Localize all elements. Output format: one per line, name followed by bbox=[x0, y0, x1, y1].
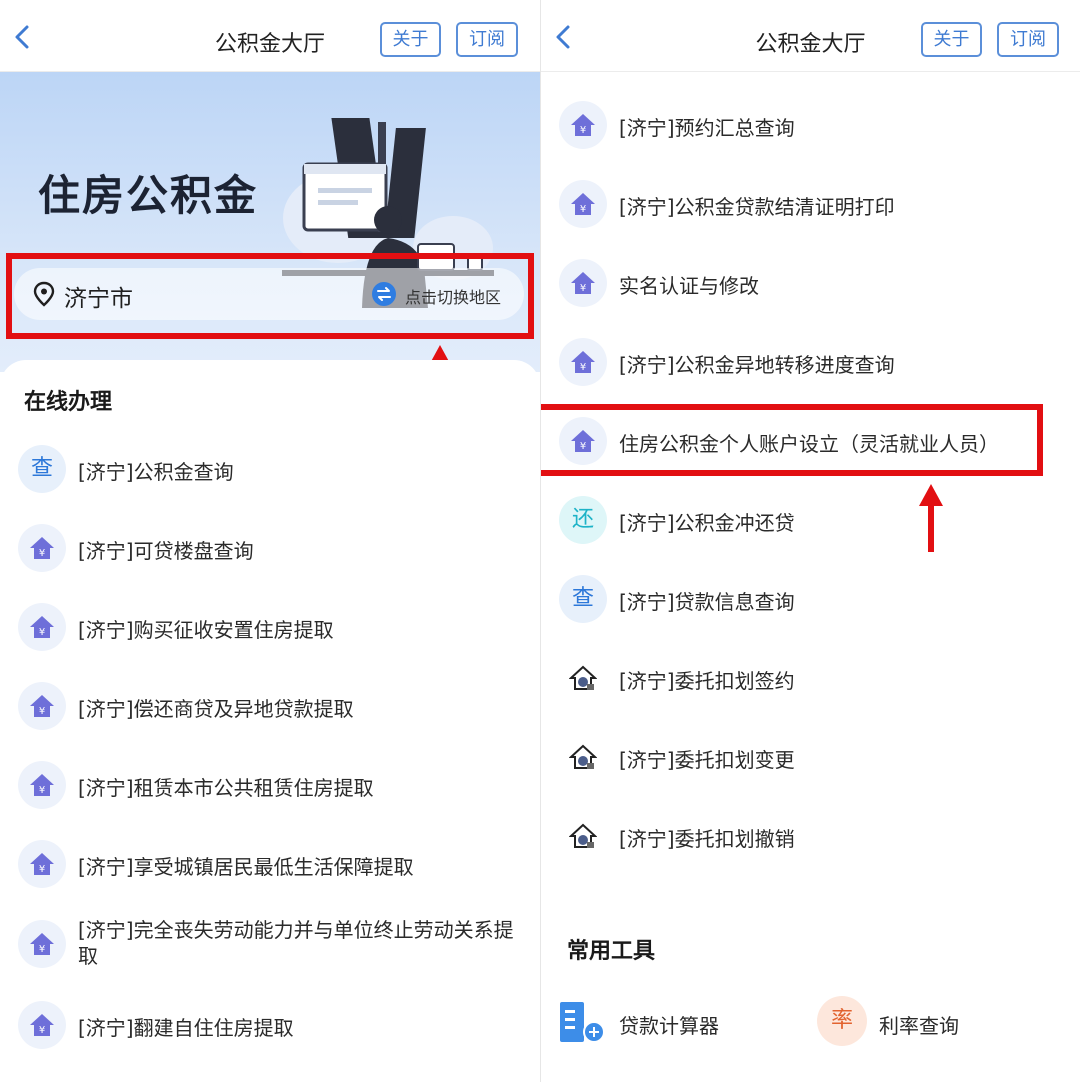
nav-bar: 公积金大厅 关于 订阅 bbox=[0, 0, 540, 72]
list-item[interactable]: 查 [济宁]公积金查询 bbox=[0, 438, 540, 502]
about-button[interactable]: 关于 bbox=[921, 22, 982, 57]
svg-text:¥: ¥ bbox=[39, 785, 45, 796]
list-item[interactable]: 查 [济宁]贷款信息查询 bbox=[541, 568, 1080, 632]
tools-section-title: 常用工具 bbox=[563, 933, 660, 967]
list-item[interactable]: ¥ [济宁]租赁本市公共租赁住房提取 bbox=[0, 754, 540, 818]
list-item[interactable]: ¥ [济宁]翻建自住住房提取 bbox=[0, 994, 540, 1058]
list-item-label: [济宁]公积金异地转移进度查询 bbox=[619, 353, 895, 377]
highlight-box bbox=[6, 253, 534, 339]
nav-bar: 公积金大厅 关于 订阅 bbox=[541, 0, 1080, 72]
house-yuan-icon: ¥ bbox=[559, 180, 607, 228]
list-item-label: [济宁]翻建自住住房提取 bbox=[78, 1016, 294, 1040]
svg-text:¥: ¥ bbox=[39, 548, 45, 559]
svg-text:¥: ¥ bbox=[580, 204, 586, 215]
svg-text:¥: ¥ bbox=[580, 283, 586, 294]
list-item-label: [济宁]委托扣划签约 bbox=[619, 669, 795, 693]
list-item-label: [济宁]贷款信息查询 bbox=[619, 590, 795, 614]
search-badge-icon: 查 bbox=[559, 575, 607, 623]
list-item-label: [济宁]公积金贷款结清证明打印 bbox=[619, 195, 895, 219]
list-item[interactable]: [济宁]委托扣划变更 bbox=[541, 726, 1080, 790]
subscribe-button[interactable]: 订阅 bbox=[456, 22, 518, 57]
house-outline-icon bbox=[559, 733, 607, 781]
house-yuan-icon: ¥ bbox=[559, 101, 607, 149]
list-item[interactable]: ¥ [济宁]公积金异地转移进度查询 bbox=[541, 331, 1080, 395]
right-screen: 公积金大厅 关于 订阅 ¥ [济宁]预约汇总查询 ¥ [济宁]公积金贷款结清证明… bbox=[540, 0, 1080, 1082]
svg-text:¥: ¥ bbox=[39, 706, 45, 717]
highlight-box bbox=[541, 404, 1043, 476]
subscribe-button[interactable]: 订阅 bbox=[997, 22, 1059, 57]
svg-text:¥: ¥ bbox=[580, 125, 586, 136]
list-item[interactable]: ¥ [济宁]预约汇总查询 bbox=[541, 94, 1080, 158]
list-item-label: [济宁]委托扣划变更 bbox=[619, 748, 795, 772]
about-button[interactable]: 关于 bbox=[380, 22, 441, 57]
list-item-label: [济宁]可贷楼盘查询 bbox=[78, 539, 254, 563]
list-item-label: [济宁]委托扣划撤销 bbox=[619, 827, 795, 851]
house-yuan-icon: ¥ bbox=[18, 603, 66, 651]
tool-label: 贷款计算器 bbox=[619, 1014, 719, 1038]
house-yuan-icon: ¥ bbox=[559, 259, 607, 307]
list-item[interactable]: ¥ [济宁]公积金贷款结清证明打印 bbox=[541, 173, 1080, 237]
list-item[interactable]: [济宁]委托扣划签约 bbox=[541, 647, 1080, 711]
house-yuan-icon: ¥ bbox=[18, 840, 66, 888]
svg-text:¥: ¥ bbox=[580, 362, 586, 373]
list-item[interactable]: ¥ [济宁]享受城镇居民最低生活保障提取 bbox=[0, 833, 540, 897]
section-title: 在线办理 bbox=[20, 384, 117, 418]
back-icon[interactable] bbox=[549, 22, 579, 52]
list-item-label: [济宁]公积金查询 bbox=[78, 460, 234, 484]
house-yuan-icon: ¥ bbox=[559, 338, 607, 386]
back-icon[interactable] bbox=[8, 22, 38, 52]
rate-badge-icon: 率 bbox=[817, 996, 867, 1046]
interest-rate-tool[interactable]: 率 利率查询 bbox=[817, 994, 1037, 1054]
house-yuan-icon: ¥ bbox=[18, 682, 66, 730]
left-screen: 公积金大厅 关于 订阅 住房公积金 济宁市 点击切换地区 在线办理 查 [济宁]… bbox=[0, 0, 540, 1082]
loan-calculator-tool[interactable]: 贷款计算器 bbox=[555, 994, 775, 1054]
list-item-label: [济宁]购买征收安置住房提取 bbox=[78, 618, 334, 642]
list-item[interactable]: ¥ [济宁]完全丧失劳动能力并与单位终止劳动关系提取 bbox=[0, 913, 540, 977]
list-item-label: [济宁]享受城镇居民最低生活保障提取 bbox=[78, 855, 414, 879]
svg-text:¥: ¥ bbox=[39, 1025, 45, 1036]
list-item-label: [济宁]租赁本市公共租赁住房提取 bbox=[78, 776, 374, 800]
house-outline-icon bbox=[559, 654, 607, 702]
online-service-card: 在线办理 查 [济宁]公积金查询 ¥ [济宁]可贷楼盘查询 ¥ [济宁]购买征收… bbox=[0, 360, 540, 1082]
svg-text:¥: ¥ bbox=[39, 864, 45, 875]
house-yuan-icon: ¥ bbox=[18, 1001, 66, 1049]
list-item[interactable]: [济宁]委托扣划撤销 bbox=[541, 805, 1080, 869]
list-item-label: [济宁]偿还商贷及异地贷款提取 bbox=[78, 697, 354, 721]
repay-badge-icon: 还 bbox=[559, 496, 607, 544]
list-item[interactable]: ¥ [济宁]可贷楼盘查询 bbox=[0, 517, 540, 581]
list-item[interactable]: ¥ [济宁]购买征收安置住房提取 bbox=[0, 596, 540, 660]
svg-text:¥: ¥ bbox=[39, 627, 45, 638]
list-item[interactable]: ¥ [济宁]偿还商贷及异地贷款提取 bbox=[0, 675, 540, 739]
house-yuan-icon: ¥ bbox=[18, 524, 66, 572]
house-yuan-icon: ¥ bbox=[18, 920, 66, 968]
arrow-up-icon bbox=[919, 484, 943, 552]
list-item[interactable]: ¥ 实名认证与修改 bbox=[541, 252, 1080, 316]
list-item-label: 实名认证与修改 bbox=[619, 274, 759, 298]
list-item-label: [济宁]预约汇总查询 bbox=[619, 116, 795, 140]
hero-title: 住房公积金 bbox=[38, 171, 259, 220]
house-yuan-icon: ¥ bbox=[18, 761, 66, 809]
house-outline-icon bbox=[559, 812, 607, 860]
svg-text:¥: ¥ bbox=[39, 944, 45, 955]
search-badge-icon: 查 bbox=[18, 445, 66, 493]
list-item-label: [济宁]公积金冲还贷 bbox=[619, 511, 795, 535]
tool-label: 利率查询 bbox=[879, 1014, 959, 1038]
list-item[interactable]: 还 [济宁]公积金冲还贷 bbox=[541, 489, 1080, 553]
building-calculator-icon bbox=[560, 1002, 605, 1043]
list-item-label: [济宁]完全丧失劳动能力并与单位终止劳动关系提取 bbox=[78, 918, 514, 968]
